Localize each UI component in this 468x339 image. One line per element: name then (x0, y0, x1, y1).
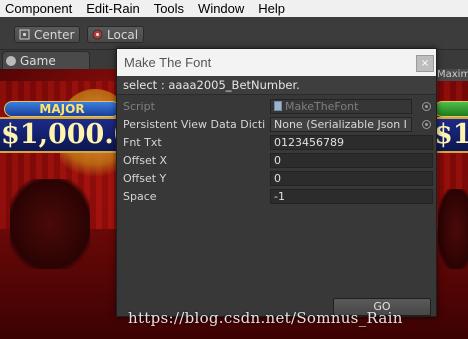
jackpot-badge-right (434, 101, 468, 117)
major-jackpot-badge: MAJOR (4, 101, 120, 117)
script-value: MakeTheFont (285, 100, 359, 113)
field-row-offset-x: Offset X 0 (117, 152, 436, 169)
object-picker-icon[interactable] (422, 120, 431, 129)
decor-plant-left (10, 179, 90, 269)
menu-bar: Component Edit-Rain Tools Window Help (0, 0, 468, 17)
object-picker-icon (422, 102, 431, 111)
offset-y-input[interactable]: 0 (270, 171, 433, 186)
field-label-fnt-txt: Fnt Txt (123, 136, 162, 149)
menu-component[interactable]: Component (0, 0, 79, 17)
field-label-persistent-view: Persistent View Data Dicti (123, 118, 266, 131)
pivot-local-button[interactable]: Local (87, 26, 145, 43)
game-tab-icon (6, 55, 16, 66)
field-label-offset-y: Offset Y (123, 172, 167, 185)
jackpot-amount-right: $1 (434, 117, 468, 153)
field-label-script: Script (123, 100, 155, 113)
field-label-offset-x: Offset X (123, 154, 168, 167)
pivot-center-button[interactable]: Center (14, 26, 81, 43)
make-the-font-window: Make The Font × select : aaaa2005_BetNum… (116, 48, 437, 317)
watermark-url: https://blog.csdn.net/Somnus_Rain (128, 309, 403, 327)
tab-game-label: Game (20, 53, 56, 68)
menu-window[interactable]: Window (191, 0, 251, 17)
toolbar: Center Local (0, 17, 468, 50)
window-title: Make The Font (117, 49, 436, 76)
field-row-fnt-txt: Fnt Txt 0123456789 (117, 134, 436, 151)
space-input[interactable]: -1 (270, 189, 433, 204)
tab-game[interactable]: Game (2, 51, 90, 69)
close-icon[interactable]: × (416, 55, 434, 72)
menu-help[interactable]: Help (251, 0, 292, 17)
pivot-local-label: Local (107, 27, 139, 42)
menu-edit-rain[interactable]: Edit-Rain (79, 0, 146, 17)
menu-tools[interactable]: Tools (147, 0, 191, 17)
maximize-on-play-toggle[interactable]: Maximize (437, 69, 468, 81)
script-object-field: MakeTheFont (270, 99, 412, 114)
field-label-space: Space (123, 190, 157, 203)
fnt-txt-input[interactable]: 0123456789 (270, 135, 433, 150)
jackpot-amount: $1,000.00 (0, 117, 120, 153)
selected-object-label: select : aaaa2005_BetNumber. (117, 76, 436, 95)
field-row-space: Space -1 (117, 188, 436, 205)
local-icon (92, 29, 103, 40)
field-row-persistent-view: Persistent View Data Dicti None (Seriali… (117, 116, 436, 133)
persistent-view-object-field[interactable]: None (Serializable Json I (270, 117, 412, 132)
field-row-offset-y: Offset Y 0 (117, 170, 436, 187)
offset-x-input[interactable]: 0 (270, 153, 433, 168)
pivot-icon (19, 29, 30, 40)
pivot-center-label: Center (34, 27, 75, 42)
field-row-script: Script MakeTheFont (117, 98, 436, 115)
script-icon (274, 101, 282, 111)
decor-plant-right (438, 189, 468, 269)
